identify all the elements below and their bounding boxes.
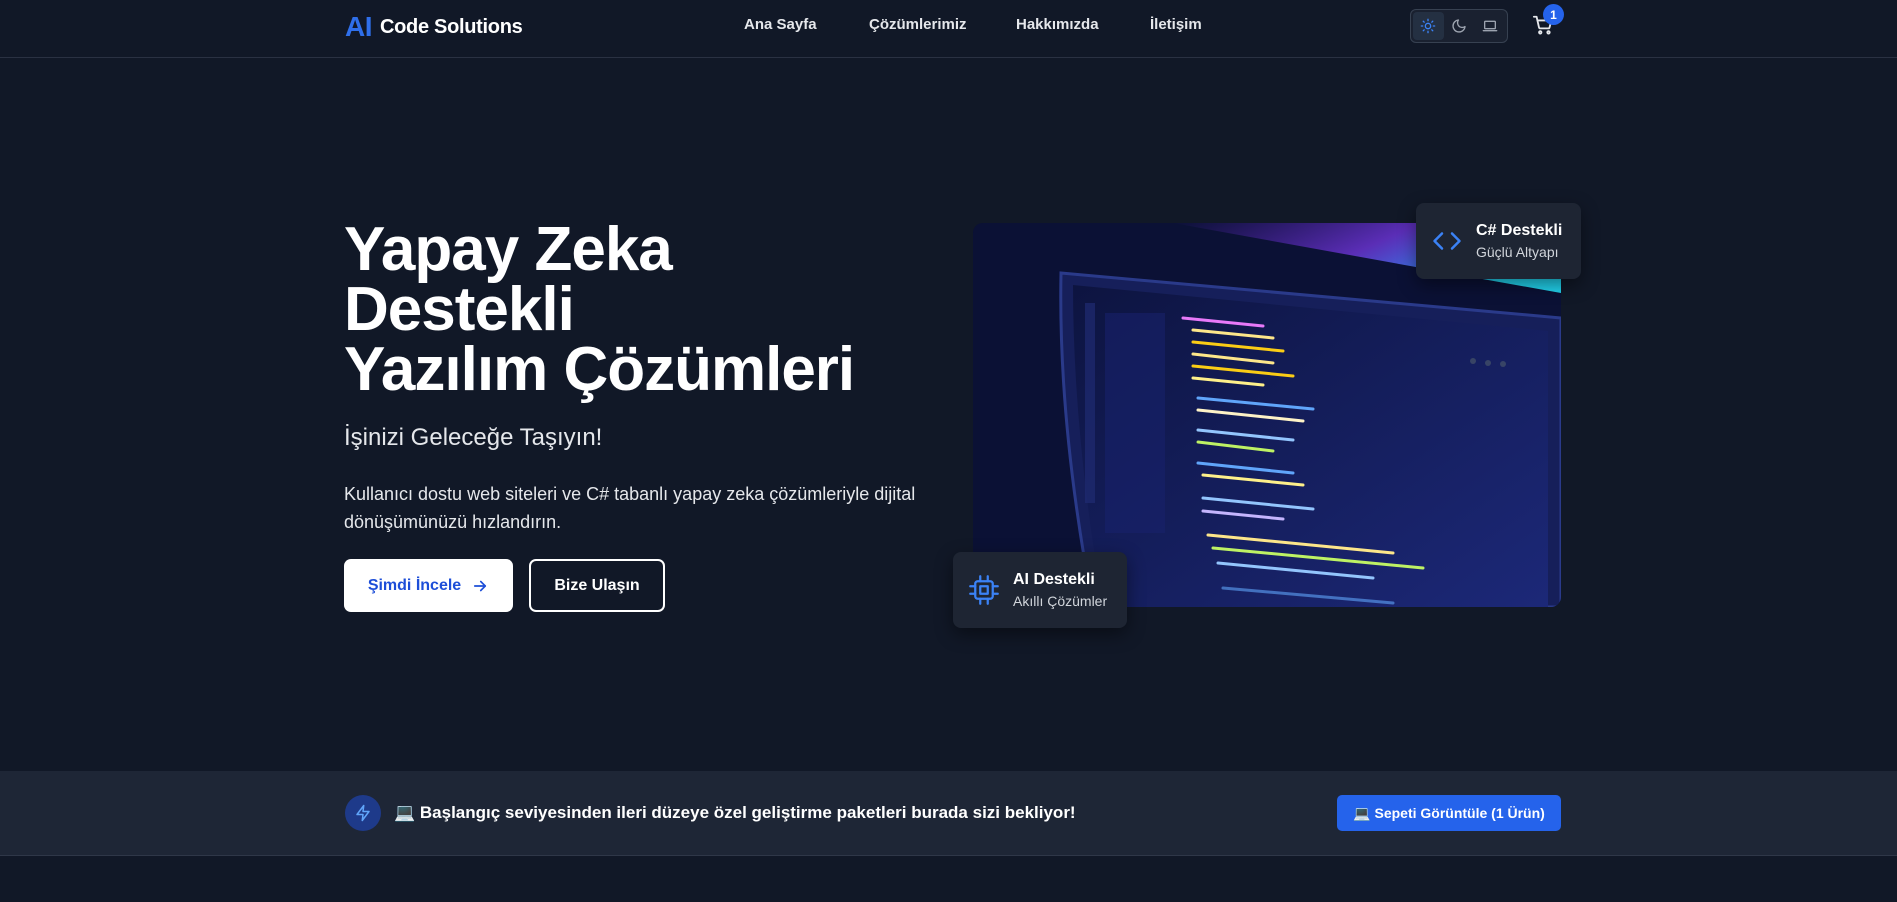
card-subtitle: Akıllı Çözümler xyxy=(1013,593,1108,609)
ai-feature-card: AI Destekli Akıllı Çözümler xyxy=(953,552,1127,628)
card-title: C# Destekli xyxy=(1476,222,1563,239)
contact-button[interactable]: Bize Ulaşın xyxy=(529,559,665,612)
hero-description: Kullanıcı dostu web siteleri ve C# taban… xyxy=(344,484,916,532)
card-subtitle: Güçlü Altyapı xyxy=(1476,244,1559,260)
ai-card-text: AI Destekli Akıllı Çözümler xyxy=(1013,571,1107,609)
hero-subtitle: İşinizi Geleceğe Taşıyın! xyxy=(344,424,603,451)
code-icon xyxy=(1433,232,1461,250)
theme-switcher xyxy=(1410,9,1508,43)
theme-dark-button[interactable] xyxy=(1444,12,1475,40)
arrow-right-icon xyxy=(474,580,487,591)
csharp-feature-card: C# Destekli Güçlü Altyapı xyxy=(1416,203,1581,279)
logo[interactable]: AI Code Solutions xyxy=(345,10,523,44)
nav-hakkimizda[interactable]: Hakkımızda xyxy=(1016,16,1099,33)
nav-ana-sayfa[interactable]: Ana Sayfa xyxy=(744,16,817,33)
theme-system-button[interactable] xyxy=(1474,12,1505,40)
banner-text: 💻 Başlangıç seviyesinden ileri düzeye öz… xyxy=(394,803,1076,822)
explore-button-label: Şimdi İncele xyxy=(367,576,462,594)
lightning-icon xyxy=(356,804,370,822)
promo-banner: 💻 Başlangıç seviyesinden ileri düzeye öz… xyxy=(0,771,1897,856)
explore-button[interactable]: Şimdi İncele xyxy=(344,559,513,612)
nav-iletisim[interactable]: İletişim xyxy=(1150,16,1202,33)
hero-title-line: Destekli xyxy=(344,275,575,344)
logo-text: Code Solutions xyxy=(380,15,523,38)
banner-icon-badge xyxy=(345,795,381,831)
hero-title-line: Yazılım Çözümleri xyxy=(344,335,855,404)
nav-cozumlerimiz[interactable]: Çözümlerimiz xyxy=(869,16,967,33)
sun-icon xyxy=(1420,18,1436,34)
laptop-icon xyxy=(1482,20,1498,32)
hero-title-line: Yapay Zeka xyxy=(344,215,673,284)
site-header: AI Code Solutions Ana Sayfa Çözümlerimiz… xyxy=(0,0,1897,58)
hero-title: Yapay Zeka Destekli Yazılım Çözümleri xyxy=(344,215,904,404)
card-title: AI Destekli xyxy=(1013,571,1095,588)
hero-code-image xyxy=(973,223,1561,607)
csharp-card-text: C# Destekli Güçlü Altyapı xyxy=(1476,222,1562,260)
logo-ai: AI xyxy=(345,11,373,42)
cart-count-badge: 1 xyxy=(1543,4,1564,25)
cpu-icon xyxy=(969,575,999,605)
moon-icon xyxy=(1452,19,1466,33)
view-cart-button[interactable]: 💻 Sepeti Görüntüle (1 Ürün) xyxy=(1337,795,1561,831)
theme-light-button[interactable] xyxy=(1413,12,1444,40)
